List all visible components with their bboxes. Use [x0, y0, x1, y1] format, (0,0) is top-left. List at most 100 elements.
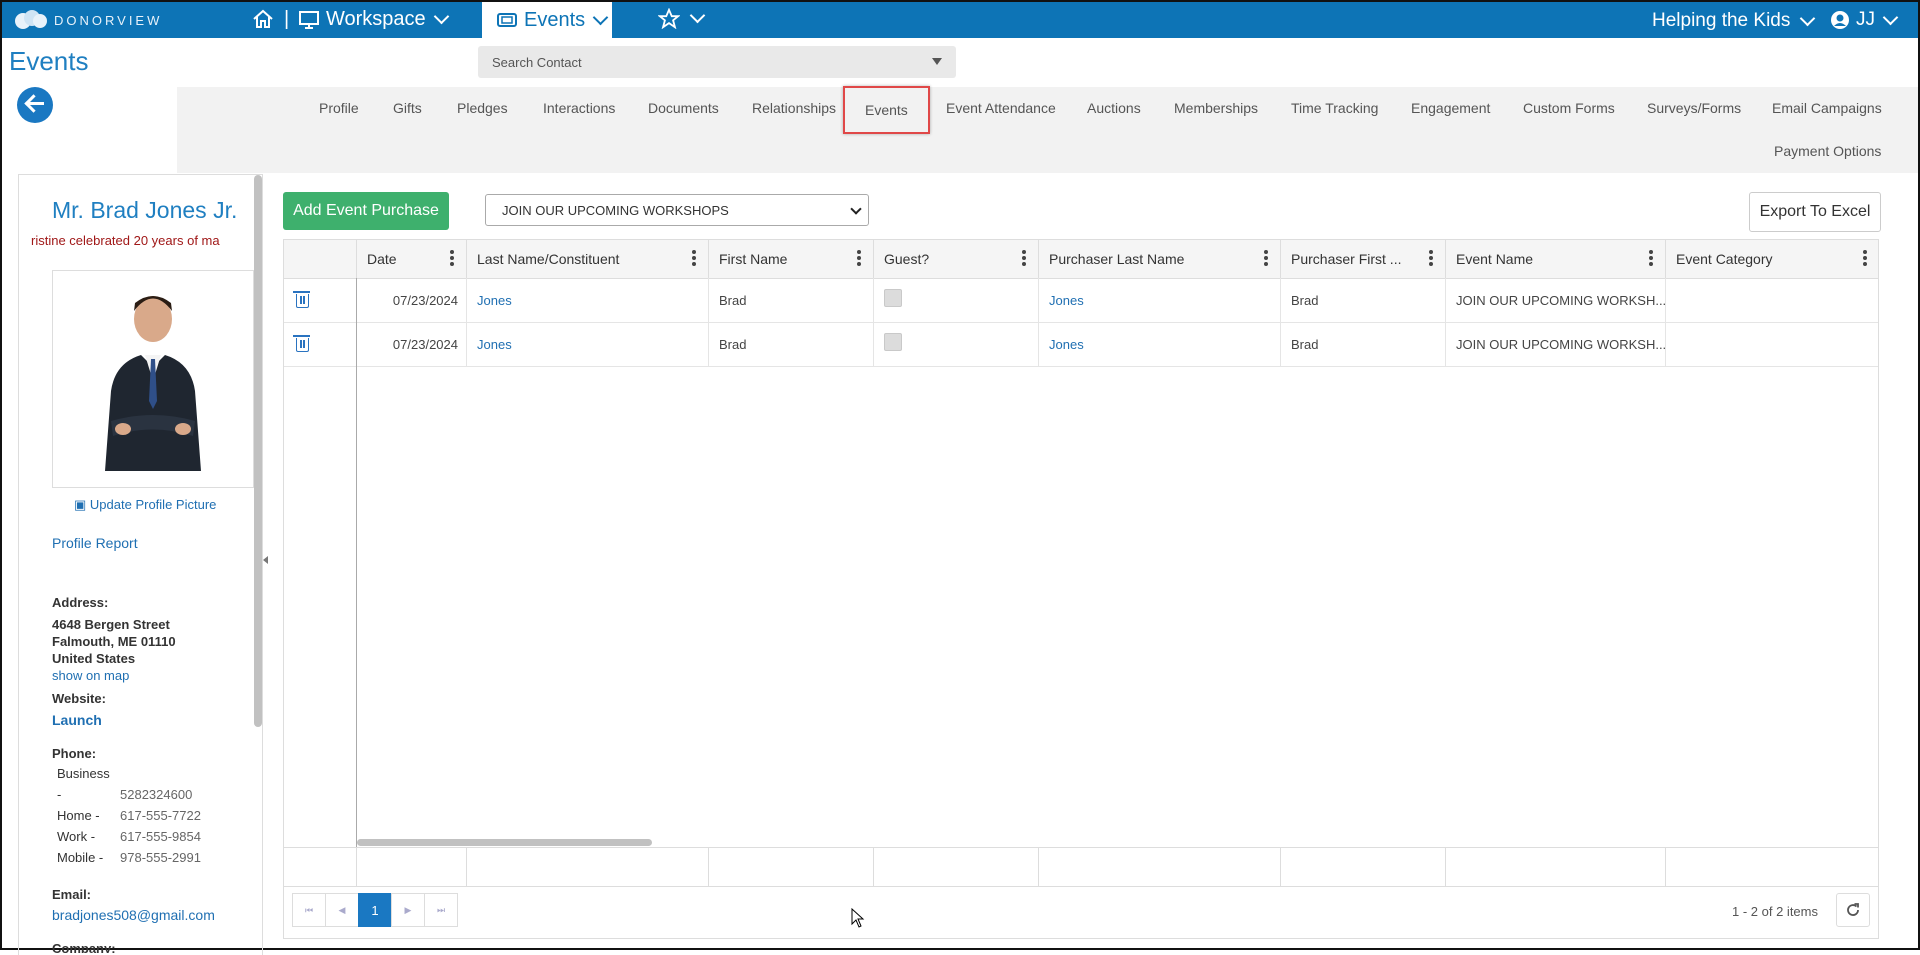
chevron-down-icon [592, 9, 609, 25]
cell-last-name-link[interactable]: Jones [466, 278, 708, 322]
tab-pledges[interactable]: Pledges [457, 100, 508, 116]
constituent-name: Mr. Brad Jones Jr. [52, 197, 238, 223]
grid-header: Date Last Name/Constituent First Name Gu… [284, 240, 1878, 279]
user-menu[interactable]: JJ [1830, 9, 1899, 31]
user-circle-icon [1831, 11, 1849, 29]
column-header-purchaser-last-name[interactable]: Purchaser Last Name [1038, 240, 1280, 278]
column-header-event-category[interactable]: Event Category [1665, 240, 1879, 278]
delete-row-cell [284, 278, 356, 322]
cell-purchaser-first-name: Brad [1280, 322, 1445, 366]
website-label: Website: [52, 691, 106, 706]
column-header-date[interactable]: Date [356, 240, 466, 278]
page-number-button[interactable]: 1 [358, 893, 392, 927]
organization-menu[interactable]: Helping the Kids [1652, 10, 1816, 32]
column-header-first-name[interactable]: First Name [708, 240, 873, 278]
home-icon[interactable] [252, 9, 274, 35]
tab-email-campaigns[interactable]: Email Campaigns [1772, 100, 1882, 116]
tab-auctions[interactable]: Auctions [1087, 100, 1141, 116]
tab-engagement[interactable]: Engagement [1411, 100, 1490, 116]
export-to-excel-button[interactable]: Export To Excel [1749, 192, 1881, 232]
chevron-down-icon [689, 7, 706, 24]
search-placeholder: Search Contact [492, 55, 582, 70]
phone-work-value: 617-555-9854 [120, 829, 201, 844]
tab-event-attendance[interactable]: Event Attendance [946, 100, 1056, 116]
events-menu[interactable]: Events [482, 2, 612, 38]
trash-icon[interactable] [293, 335, 310, 352]
cell-date: 07/23/2024 [356, 278, 466, 322]
cell-purchaser-first-name: Brad [1280, 278, 1445, 322]
column-menu-icon[interactable] [1649, 250, 1653, 268]
column-menu-icon[interactable] [1264, 250, 1268, 268]
last-page-icon[interactable]: ⏭ [424, 893, 458, 927]
phone-home-value: 617-555-7722 [120, 808, 201, 823]
camera-icon: ▣ [74, 497, 87, 512]
add-event-purchase-button[interactable]: Add Event Purchase [283, 192, 449, 230]
tab-memberships[interactable]: Memberships [1174, 100, 1258, 116]
workspace-menu[interactable]: Workspace [298, 8, 449, 31]
trash-icon[interactable] [293, 291, 310, 308]
previous-page-icon[interactable]: ◀ [325, 893, 359, 927]
tab-documents[interactable]: Documents [648, 100, 719, 116]
cell-first-name: Brad [708, 322, 873, 366]
cell-event-category [1665, 322, 1872, 366]
column-header-purchaser-first-name[interactable]: Purchaser First ... [1280, 240, 1445, 278]
workspace-label: Workspace [326, 8, 426, 30]
donorview-logo[interactable]: DONORVIEW [14, 9, 162, 31]
collapse-panel-icon[interactable] [263, 556, 268, 564]
panel-scrollbar[interactable] [254, 175, 262, 727]
column-header-guest[interactable]: Guest? [873, 240, 1038, 278]
logo-icon [15, 10, 47, 29]
tab-events[interactable]: Events [843, 86, 930, 134]
profile-report-link[interactable]: Profile Report [52, 535, 138, 551]
tab-payment-options[interactable]: Payment Options [1774, 143, 1881, 159]
guest-checkbox[interactable] [884, 289, 902, 307]
cell-last-name-link[interactable]: Jones [466, 322, 708, 366]
update-profile-picture-link[interactable]: ▣ Update Profile Picture [74, 497, 216, 513]
phone-label: Phone: [52, 746, 97, 761]
constituent-tagline: ristine celebrated 20 years of ma [31, 233, 220, 248]
column-menu-icon[interactable] [857, 250, 861, 268]
profile-panel: Mr. Brad Jones Jr. ristine celebrated 20… [18, 174, 263, 955]
show-on-map-link[interactable]: show on map [52, 668, 129, 683]
tab-custom-forms[interactable]: Custom Forms [1523, 100, 1615, 116]
next-page-icon[interactable]: ▶ [391, 893, 425, 927]
page-title: Events [9, 46, 89, 76]
cell-purchaser-last-name-link[interactable]: Jones [1038, 278, 1280, 322]
tab-profile[interactable]: Profile [319, 100, 359, 116]
tab-surveys-forms[interactable]: Surveys/Forms [1647, 100, 1741, 116]
phone-business-dash: - [57, 787, 62, 802]
mouse-cursor-icon [851, 907, 865, 933]
phone-home-label: Home - [57, 808, 100, 823]
column-menu-icon[interactable] [450, 250, 454, 268]
column-menu-icon[interactable] [1429, 250, 1433, 268]
refresh-icon[interactable] [1836, 893, 1870, 927]
column-menu-icon[interactable] [1022, 250, 1026, 268]
horizontal-scrollbar[interactable] [357, 839, 652, 846]
cell-event-category [1665, 278, 1872, 322]
column-menu-icon[interactable] [692, 250, 696, 268]
first-page-icon[interactable]: ⏮ [292, 893, 326, 927]
chevron-down-icon [1882, 9, 1899, 25]
cell-purchaser-last-name-link[interactable]: Jones [1038, 322, 1280, 366]
nav-separator: | [284, 8, 290, 30]
guest-checkbox[interactable] [884, 333, 902, 351]
back-arrow-icon[interactable] [17, 87, 53, 123]
tab-time-tracking[interactable]: Time Tracking [1291, 100, 1378, 116]
tab-relationships[interactable]: Relationships [752, 100, 836, 116]
column-header-event-name[interactable]: Event Name [1445, 240, 1665, 278]
tab-gifts[interactable]: Gifts [393, 100, 422, 116]
column-menu-icon[interactable] [1863, 250, 1867, 268]
grid-footer-row [284, 847, 1878, 887]
email-link[interactable]: bradjones508@gmail.com [52, 907, 215, 923]
tab-interactions[interactable]: Interactions [543, 100, 615, 116]
organization-label: Helping the Kids [1652, 10, 1791, 31]
table-row: 07/23/2024 Jones Brad Jones Brad JOIN OU… [284, 322, 1878, 367]
event-select[interactable]: JOIN OUR UPCOMING WORKSHOPS [485, 194, 869, 226]
address-line2: Falmouth, ME 01110 [52, 634, 176, 649]
column-header-last-name[interactable]: Last Name/Constituent [466, 240, 708, 278]
website-launch-link[interactable]: Launch [52, 712, 102, 728]
search-contact-dropdown[interactable]: Search Contact [478, 46, 956, 78]
record-tabs: Profile Gifts Pledges Interactions Docum… [177, 86, 1918, 173]
favorites-menu[interactable] [658, 7, 706, 29]
cell-date: 07/23/2024 [356, 322, 466, 366]
